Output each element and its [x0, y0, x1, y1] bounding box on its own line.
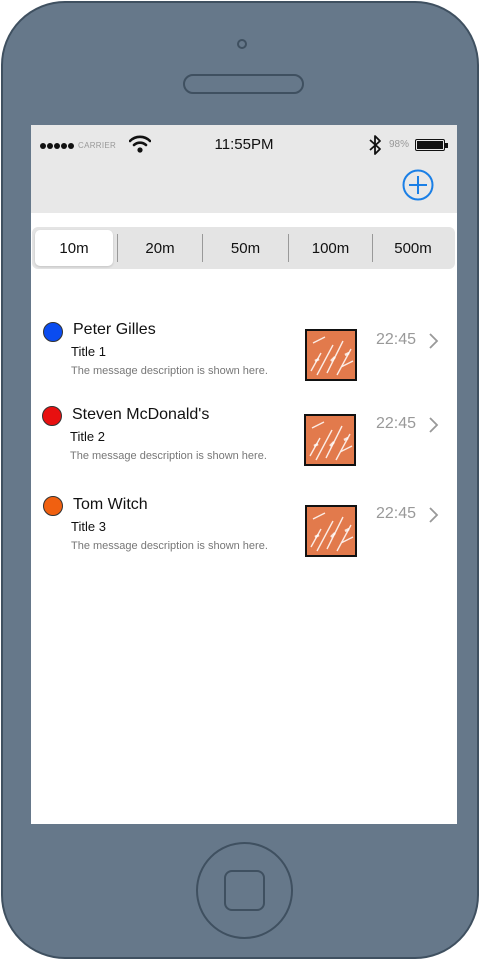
phone-frame: CARRIER 11:55PM 98% 10m 20m 50m 100m 500…: [1, 1, 479, 959]
segment-10m[interactable]: 10m: [35, 230, 113, 266]
thumbnail-pattern: [310, 512, 354, 552]
message-description: The message description is shown here.: [70, 450, 267, 462]
message-time: 22:45: [376, 331, 417, 348]
message-time: 22:45: [376, 505, 417, 522]
chevron-right-icon: [429, 333, 439, 349]
earpiece-speaker: [183, 74, 304, 94]
message-time: 22:45: [376, 415, 417, 432]
thumbnail-pattern: [310, 336, 354, 376]
chevron-right-icon: [429, 417, 439, 433]
segment-20m[interactable]: 20m: [118, 230, 202, 266]
list-item[interactable]: Peter Gilles Title 1 The message descrip…: [31, 317, 457, 397]
battery-tip: [445, 143, 448, 148]
bluetooth-icon: [369, 135, 381, 155]
message-description: The message description is shown here.: [71, 365, 268, 377]
segment-50m[interactable]: 50m: [203, 230, 288, 266]
status-dot: [42, 406, 62, 426]
message-title: Title 1: [71, 344, 106, 359]
home-square-icon: [224, 870, 265, 911]
battery-icon: [415, 139, 445, 151]
message-thumbnail[interactable]: [304, 414, 356, 466]
segment-100m[interactable]: 100m: [289, 230, 372, 266]
message-title: Title 3: [71, 519, 106, 534]
message-description: The message description is shown here.: [71, 540, 268, 552]
message-thumbnail[interactable]: [305, 505, 357, 557]
status-and-nav-bar: CARRIER 11:55PM 98%: [31, 125, 457, 213]
battery-percent: 98%: [389, 139, 410, 150]
chevron-right-icon: [429, 507, 439, 523]
sender-name: Steven McDonald's: [72, 406, 210, 423]
home-button[interactable]: [196, 842, 293, 939]
front-camera: [237, 39, 247, 49]
segment-500m[interactable]: 500m: [373, 230, 453, 266]
message-thumbnail[interactable]: [305, 329, 357, 381]
phone-screen: CARRIER 11:55PM 98% 10m 20m 50m 100m 500…: [31, 125, 457, 824]
sender-name: Peter Gilles: [73, 321, 156, 338]
list-item[interactable]: Tom Witch Title 3 The message descriptio…: [31, 492, 457, 572]
thumbnail-pattern: [309, 421, 353, 461]
distance-segmented-control: 10m 20m 50m 100m 500m: [32, 227, 455, 269]
list-item[interactable]: Steven McDonald's Title 2 The message de…: [31, 402, 457, 482]
plus-circle-icon[interactable]: [402, 169, 434, 201]
status-dot: [43, 322, 63, 342]
sender-name: Tom Witch: [73, 496, 148, 513]
status-dot: [43, 496, 63, 516]
message-title: Title 2: [70, 429, 105, 444]
